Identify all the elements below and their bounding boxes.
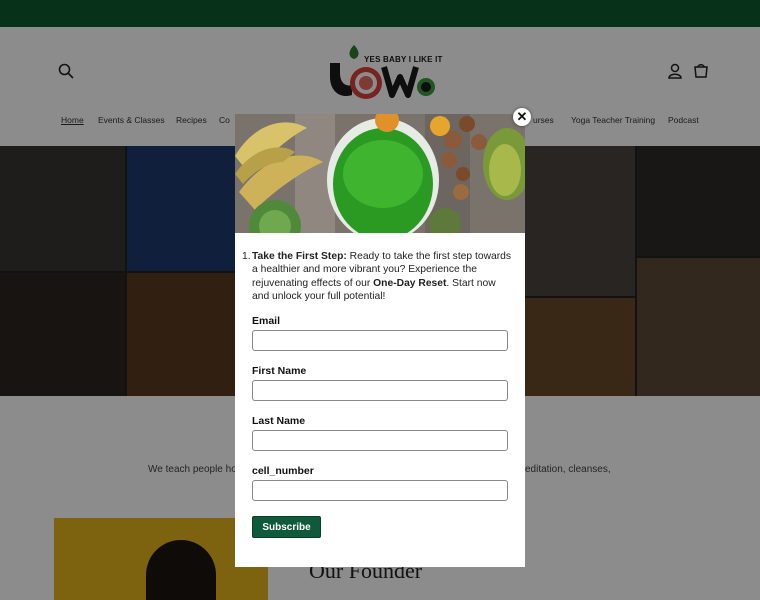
close-icon[interactable]: ✕ [513,108,531,126]
cell-number-field[interactable] [252,480,508,501]
signup-modal: 1. Take the First Step: Ready to take th… [235,114,525,567]
promo-list-number: 1. [242,251,251,262]
email-label: Email [252,315,281,327]
last-name-label: Last Name [252,415,306,427]
email-field[interactable] [252,330,508,351]
cell-number-label: cell_number [252,465,314,477]
close-glyph: ✕ [516,109,528,124]
promo-heading: Take the First Step: [252,251,347,262]
last-name-field[interactable] [252,430,508,451]
first-name-label: First Name [252,365,307,377]
promo-highlight: One-Day Reset [373,277,447,289]
promo-body: Take the First Step: Ready to take the f… [252,250,512,304]
first-name-field[interactable] [252,380,508,401]
smoothie-image [235,114,525,233]
subscribe-button[interactable]: Subscribe [252,516,321,538]
